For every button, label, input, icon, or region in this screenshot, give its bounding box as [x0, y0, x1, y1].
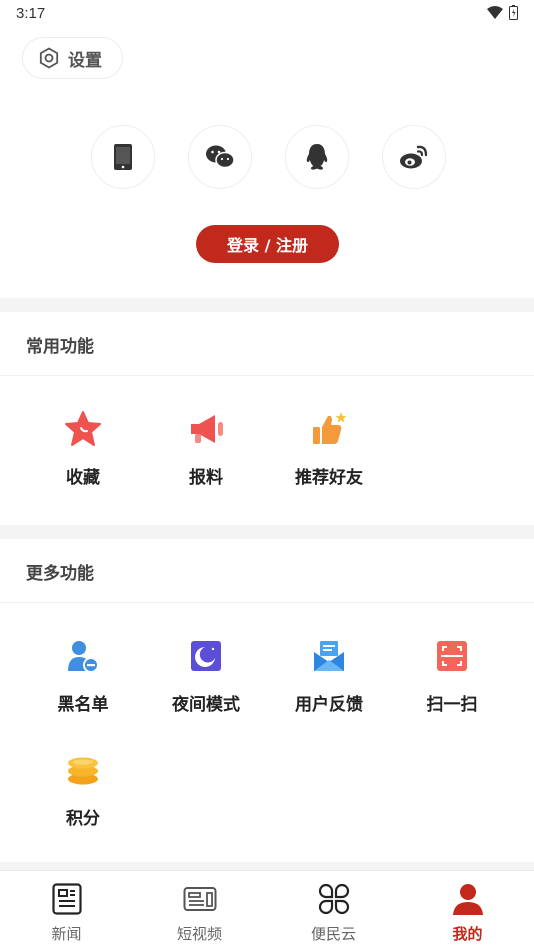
- section-gap: [0, 525, 534, 539]
- login-wechat-button[interactable]: [188, 125, 252, 189]
- wechat-icon: [206, 145, 235, 169]
- points-coins-icon: [63, 750, 103, 790]
- services-icon: [316, 881, 352, 917]
- report-button[interactable]: 报料: [151, 409, 261, 488]
- night-mode-icon: [186, 636, 226, 676]
- night-mode-label: 夜间模式: [172, 695, 240, 715]
- phone-icon: [114, 144, 132, 170]
- tab-profile-label: 我的: [452, 925, 483, 943]
- weibo-icon: [400, 145, 428, 169]
- tab-services-label: 便民云: [310, 925, 356, 943]
- status-icons: [487, 5, 518, 20]
- status-bar: 3:17: [0, 0, 534, 28]
- star-icon: [63, 409, 103, 449]
- scan-label: 扫一扫: [426, 695, 478, 715]
- news-icon: [49, 881, 85, 917]
- scan-icon: [432, 636, 472, 676]
- more-functions-title: 更多功能: [26, 564, 94, 584]
- blacklist-label: 黑名单: [57, 695, 109, 715]
- bottom-tab-bar: 新闻 短视频 便民云 我的: [0, 870, 534, 950]
- short-video-icon: [182, 881, 218, 917]
- status-time: 3:17: [16, 5, 46, 22]
- feedback-button[interactable]: 用户反馈: [274, 636, 384, 715]
- megaphone-icon: [186, 409, 226, 449]
- common-functions-title: 常用功能: [26, 337, 94, 357]
- recommend-friends-button[interactable]: 推荐好友: [274, 409, 384, 488]
- favorites-button[interactable]: 收藏: [28, 409, 138, 488]
- blacklist-user-icon: [63, 636, 103, 676]
- points-button[interactable]: 积分: [28, 750, 138, 829]
- login-phone-button[interactable]: [91, 125, 155, 189]
- login-qq-button[interactable]: [285, 125, 349, 189]
- settings-icon: [39, 47, 59, 69]
- night-mode-button[interactable]: 夜间模式: [151, 636, 261, 715]
- tab-services[interactable]: 便民云: [267, 871, 400, 950]
- settings-label: 设置: [68, 50, 102, 71]
- thumbs-up-icon: [309, 409, 349, 449]
- wifi-icon: [487, 6, 503, 19]
- recommend-friends-label: 推荐好友: [295, 468, 363, 488]
- settings-button[interactable]: 设置: [22, 37, 123, 79]
- scan-button[interactable]: 扫一扫: [397, 636, 507, 715]
- section-gap: [0, 862, 534, 870]
- section-gap: [0, 298, 534, 312]
- profile-icon: [450, 881, 486, 917]
- login-options: [91, 125, 446, 189]
- tab-news[interactable]: 新闻: [0, 871, 133, 950]
- feedback-mail-icon: [309, 636, 349, 676]
- tab-short-video-label: 短视频: [176, 925, 222, 943]
- favorites-label: 收藏: [66, 468, 100, 488]
- blacklist-button[interactable]: 黑名单: [28, 636, 138, 715]
- feedback-label: 用户反馈: [295, 695, 363, 715]
- section-divider: [0, 602, 534, 603]
- qq-icon: [306, 144, 328, 170]
- login-weibo-button[interactable]: [382, 125, 446, 189]
- battery-icon: [509, 5, 518, 20]
- points-label: 积分: [66, 809, 100, 829]
- login-register-button[interactable]: 登录 / 注册: [196, 225, 339, 263]
- tab-profile[interactable]: 我的: [401, 871, 534, 950]
- section-divider: [0, 375, 534, 376]
- tab-short-video[interactable]: 短视频: [133, 871, 266, 950]
- tab-news-label: 新闻: [51, 925, 82, 943]
- report-label: 报料: [189, 468, 223, 488]
